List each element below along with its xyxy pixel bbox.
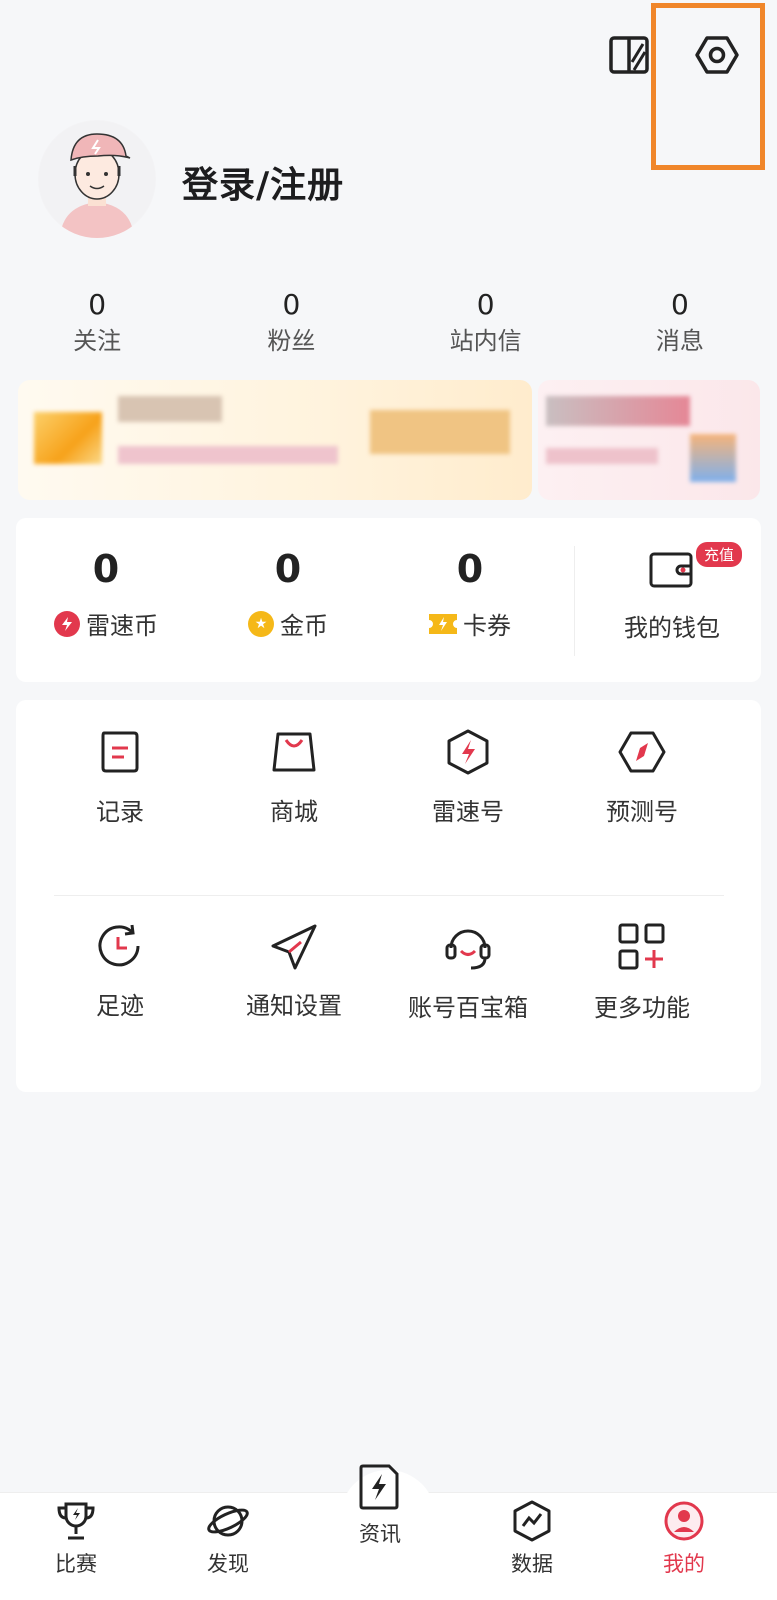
banner-image [370,410,510,454]
coupon-balance[interactable]: 0 卡券 [380,546,560,641]
stat-following[interactable]: 0 关注 [0,288,194,368]
nav-label: 发现 [207,1552,249,1576]
feature-account-toolbox[interactable]: 账号百宝箱 [378,922,558,1023]
feature-more[interactable]: 更多功能 [552,922,732,1023]
more-grid-icon [618,923,665,970]
stat-value: 0 [88,288,107,321]
nav-discover[interactable]: 发现 [168,1500,288,1578]
news-lightning-icon [359,1464,399,1510]
leisu-account-icon [447,729,489,775]
planet-icon [207,1505,249,1537]
history-icon [98,924,140,967]
avatar-illustration [39,121,155,238]
balance-value: 0 [274,547,302,591]
feature-grid: 记录 商城 雷速号 预测号 足迹 通知设置 账号百宝箱 更多功能 [16,700,761,1092]
profile-icon [664,1501,704,1541]
ticket-icon [429,613,457,634]
balance-label-row: ★ 金币 [198,606,378,641]
balance-label-row: 卡券 [380,606,560,641]
banner-image [690,434,736,482]
stat-messages[interactable]: 0 消息 [583,288,777,368]
feature-label: 记录 [96,798,144,826]
stat-fans[interactable]: 0 粉丝 [194,288,388,368]
trophy-icon [57,1502,95,1540]
balance-label: 金币 [280,612,328,640]
lightning-coin-icon [54,610,80,637]
nav-data[interactable]: 数据 [472,1500,592,1578]
avatar[interactable] [38,120,156,238]
nav-matches[interactable]: 比赛 [16,1500,136,1578]
headset-icon [445,929,491,970]
nav-profile[interactable]: 我的 [624,1500,744,1578]
divider [574,546,575,656]
banner-text-placeholder [546,396,690,426]
stat-label: 站内信 [449,327,522,355]
balance-label: 卡券 [463,612,511,640]
compass-icon [618,731,666,773]
promo-banner-left[interactable] [18,380,532,500]
highlight-box [651,3,765,170]
balance-value: 0 [456,547,484,591]
banner-text-placeholder [546,448,658,464]
feature-notifications[interactable]: 通知设置 [204,922,384,1021]
stat-value: 0 [476,288,495,321]
banner-text-placeholder [118,446,338,464]
stat-value: 0 [282,288,301,321]
gold-coin-balance[interactable]: 0 ★ 金币 [198,546,378,641]
skin-theme-icon [609,36,649,74]
feature-leisu-account[interactable]: 雷速号 [378,728,558,827]
balance-label-row: 雷速币 [16,606,196,641]
feature-label: 商城 [270,798,318,826]
feature-label: 账号百宝箱 [408,994,528,1022]
wallet-label: 我的钱包 [624,614,720,642]
feature-label: 预测号 [606,798,678,826]
nav-label: 我的 [663,1552,705,1576]
stat-label: 粉丝 [267,327,316,355]
stat-label: 消息 [655,327,704,355]
nav-label: 数据 [511,1552,553,1576]
feature-label: 通知设置 [246,992,342,1020]
stat-value: 0 [670,288,689,321]
my-wallet-button[interactable]: 充值 我的钱包 [592,542,752,643]
login-register-link[interactable]: 登录/注册 [182,156,344,208]
nav-label: 资讯 [359,1522,401,1546]
record-icon [101,731,139,773]
feature-label: 足迹 [96,992,144,1020]
feature-history[interactable]: 足迹 [30,922,210,1021]
nav-news[interactable]: 资讯 [320,1462,440,1548]
wallet-icon [649,552,693,588]
stats-row: 0 关注 0 粉丝 0 站内信 0 消息 [0,288,777,368]
shop-bag-icon [272,732,316,772]
wallet-card: 0 雷速币 0 ★ 金币 0 卡券 充值 我的钱包 [16,518,761,682]
banner-image [34,412,102,464]
leisu-coin-balance[interactable]: 0 雷速币 [16,546,196,641]
recharge-badge[interactable]: 充值 [696,542,743,567]
balance-value: 0 [92,547,120,591]
stat-inbox[interactable]: 0 站内信 [389,288,583,368]
banner-text-placeholder [118,396,222,422]
skin-theme-button[interactable] [608,34,652,78]
feature-prediction[interactable]: 预测号 [552,728,732,827]
data-chart-icon [513,1500,551,1542]
divider [54,895,724,896]
paper-plane-icon [271,924,317,970]
feature-label: 更多功能 [594,994,690,1022]
promo-banner-right[interactable] [538,380,760,500]
nav-label: 比赛 [55,1552,97,1576]
star-coin-icon: ★ [248,610,274,637]
feature-record[interactable]: 记录 [30,728,210,827]
feature-label: 雷速号 [432,798,504,826]
feature-shop[interactable]: 商城 [204,728,384,827]
balance-label: 雷速币 [86,612,158,640]
stat-label: 关注 [73,327,122,355]
